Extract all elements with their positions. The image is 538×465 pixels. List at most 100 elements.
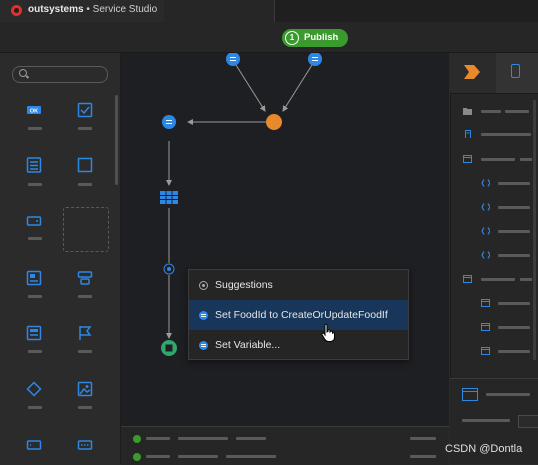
tree-item-bar[interactable] — [481, 278, 515, 281]
link-icon[interactable] — [26, 439, 42, 451]
assign-icon — [199, 341, 208, 350]
flag-label-bar — [78, 350, 92, 353]
property-value-field[interactable] — [518, 415, 538, 428]
flow-diagram[interactable] — [121, 53, 449, 426]
publish-count-badge: 1 — [285, 31, 299, 45]
list-label-bar — [28, 350, 42, 353]
menu-item-label: Set FoodId to CreateOrUpdateFoodIf — [215, 309, 388, 321]
bottom-text-bar — [178, 455, 218, 458]
suggestions-icon — [199, 281, 208, 290]
check-icon — [133, 435, 141, 443]
label-icon[interactable] — [77, 270, 93, 286]
input-icon[interactable] — [26, 214, 42, 228]
tree-item-bar[interactable] — [498, 206, 530, 209]
mobile-icon — [511, 64, 520, 78]
end-node[interactable] — [161, 340, 177, 356]
assign-node[interactable] — [162, 115, 176, 129]
flow-edge — [235, 64, 266, 112]
tree-item-bar[interactable] — [498, 230, 530, 233]
bottom-text-bar — [410, 437, 436, 440]
image-label-bar — [78, 406, 92, 409]
form-label-bar — [28, 183, 42, 186]
publish-label: Publish — [304, 32, 339, 43]
properties-title-bar — [486, 393, 530, 396]
tree-item-bar[interactable] — [520, 278, 532, 281]
toolbar — [0, 22, 538, 53]
folder-icon — [463, 108, 472, 115]
search-icon — [19, 69, 27, 77]
screen-icon — [463, 275, 472, 283]
tree-item-bar[interactable] — [498, 326, 530, 329]
screen-icon — [481, 323, 490, 331]
module-tab[interactable] — [164, 0, 275, 22]
checkbox-icon[interactable] — [77, 102, 93, 118]
assign-node-top-left[interactable] — [226, 53, 240, 66]
title-separator: • — [86, 4, 90, 15]
if-icon[interactable] — [26, 381, 42, 397]
image-icon[interactable] — [77, 381, 93, 397]
assign-node-top-right[interactable] — [308, 53, 322, 66]
tree-item-bar[interactable] — [520, 158, 532, 161]
button-icon[interactable]: OK — [26, 103, 42, 117]
text-icon[interactable] — [26, 270, 42, 286]
text-label-bar — [28, 295, 42, 298]
input-label-bar — [28, 237, 42, 240]
menu-item-suggestions[interactable]: Suggestions — [189, 270, 408, 300]
if-label-bar — [28, 406, 42, 409]
app-title: outsystems • Service Studio — [28, 4, 157, 15]
flow-edge — [282, 64, 313, 112]
variable-icon — [481, 227, 490, 235]
check-icon — [133, 453, 141, 461]
checkbox-label-bar — [78, 127, 92, 130]
tree-item-bar[interactable] — [481, 133, 531, 136]
form-icon[interactable] — [26, 157, 42, 173]
aggregate-node[interactable] — [160, 191, 178, 204]
bottom-text-bar — [146, 455, 170, 458]
bottom-panel — [121, 426, 449, 465]
dots-icon[interactable] — [77, 439, 93, 451]
container-label-bar — [78, 183, 92, 186]
menu-item-label: Suggestions — [215, 279, 273, 291]
svg-text:OK: OK — [30, 109, 38, 115]
right-panel-scrollbar[interactable] — [533, 100, 536, 360]
assign-icon — [199, 311, 208, 320]
start-node[interactable] — [266, 114, 282, 130]
outsystems-logo-icon — [11, 5, 22, 16]
toolbox-scrollbar[interactable] — [115, 95, 118, 185]
menu-item-set-variable[interactable]: Set Variable... — [189, 330, 408, 360]
toolbox-placeholder-slot — [63, 207, 109, 252]
hand-cursor-icon — [321, 323, 335, 342]
context-menu: Suggestions Set FoodId to CreateOrUpdate… — [188, 269, 409, 360]
screen-icon — [481, 347, 490, 355]
module-icon — [465, 130, 471, 138]
bottom-text-bar — [146, 437, 170, 440]
screen-properties-icon — [462, 388, 478, 401]
bottom-text-bar — [236, 437, 266, 440]
connector-drop-point[interactable] — [163, 263, 175, 275]
brand-name: outsystems — [28, 4, 84, 15]
menu-item-set-foodid[interactable]: Set FoodId to CreateOrUpdateFoodIf — [189, 300, 408, 330]
screen-icon — [481, 299, 490, 307]
widget-toolbox — [0, 53, 121, 464]
chevron-tab-icon[interactable] — [463, 64, 481, 80]
variable-icon — [481, 179, 490, 187]
label-label-bar — [78, 295, 92, 298]
tree-item-bar[interactable] — [498, 302, 530, 305]
bottom-text-bar — [178, 437, 228, 440]
tree-item-bar[interactable] — [481, 158, 515, 161]
container-icon[interactable] — [77, 157, 93, 173]
property-name-bar — [462, 419, 510, 422]
tree-item-bar[interactable] — [505, 110, 529, 113]
product-name: Service Studio — [92, 4, 158, 15]
tree-item-bar[interactable] — [498, 350, 530, 353]
variable-icon — [481, 203, 490, 211]
tree-item-bar[interactable] — [498, 182, 530, 185]
flag-icon[interactable] — [77, 325, 93, 341]
button-label-bar — [28, 127, 42, 130]
tree-item-bar[interactable] — [498, 254, 530, 257]
tree-item-bar[interactable] — [481, 110, 501, 113]
publish-button[interactable]: 1 Publish — [282, 29, 348, 47]
bottom-text-bar — [226, 455, 276, 458]
bottom-text-bar — [410, 455, 436, 458]
list-icon[interactable] — [26, 325, 42, 341]
